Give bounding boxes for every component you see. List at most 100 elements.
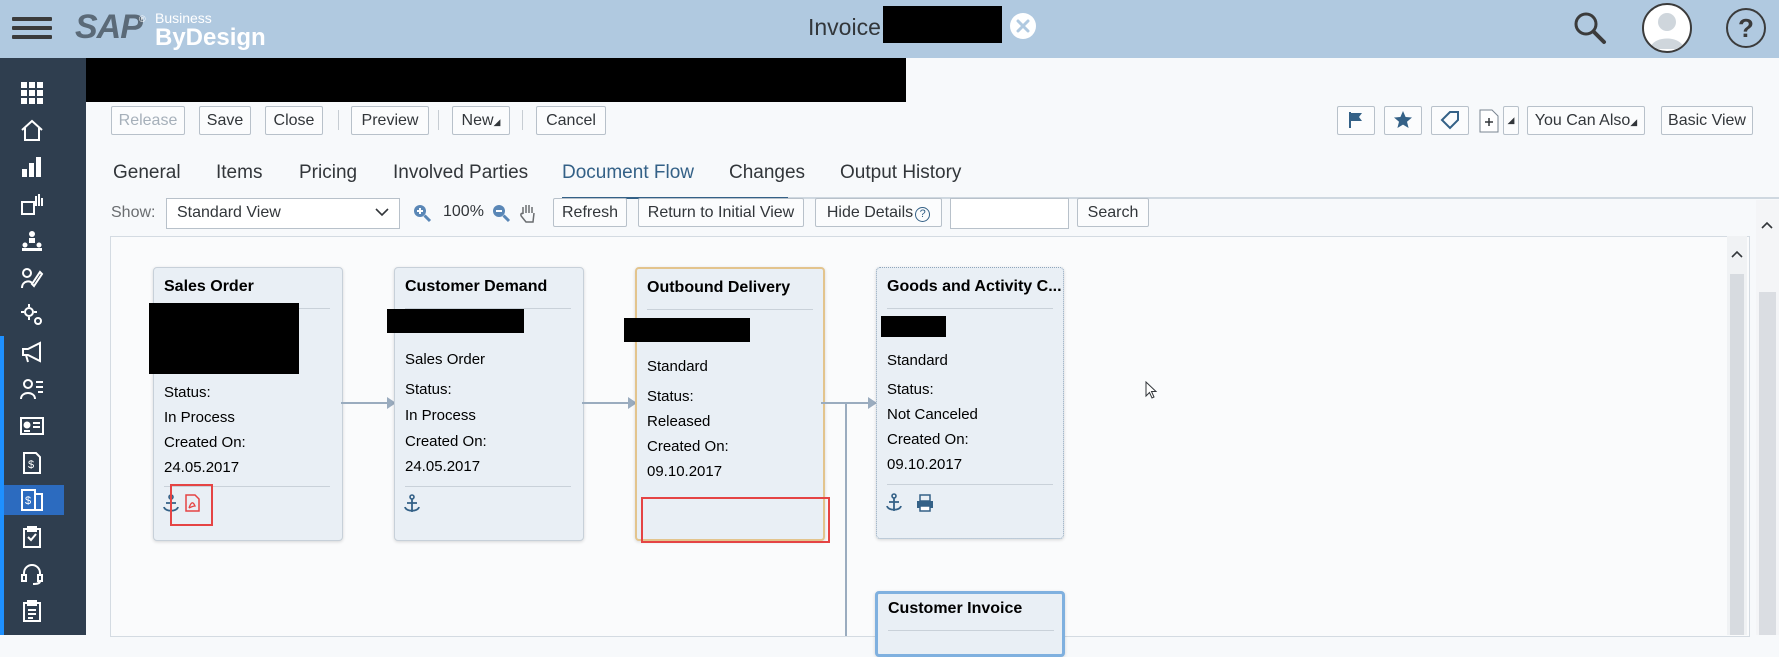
highlight-box — [641, 497, 830, 543]
card-sales-order[interactable]: Sales Order Status: In Process Created O… — [149, 267, 343, 541]
scroll-up-icon[interactable] — [1760, 220, 1774, 230]
created-value: 09.10.2017 — [887, 456, 963, 473]
zoom-out-icon[interactable] — [491, 203, 511, 223]
created-value: 09.10.2017 — [647, 463, 723, 480]
card-outbound-delivery[interactable]: Outbound Delivery Standard Status: Relea… — [624, 267, 830, 543]
info-icon: ? — [915, 207, 931, 222]
created-label: Created On: — [405, 433, 487, 450]
status-value: In Process — [405, 407, 476, 424]
shell-header: SAP ® Business ByDesign Invoice: ? — [0, 0, 1779, 58]
hide-details-label: Hide Details — [826, 204, 914, 221]
anchor-icon[interactable] — [403, 494, 421, 514]
scrollbar-thumb[interactable] — [1730, 274, 1744, 635]
status-label: Status: — [405, 381, 452, 398]
tab-bar: General Items Pricing Involved Parties D… — [86, 150, 1779, 200]
menu-icon[interactable] — [12, 12, 52, 46]
tab-pricing[interactable]: Pricing — [299, 162, 357, 184]
save-button[interactable]: Save — [199, 106, 251, 135]
card-title: Goods and Activity C... — [887, 278, 1062, 295]
card-title: Customer Demand — [405, 278, 548, 295]
new-document-icon[interactable] — [1477, 106, 1501, 133]
type-value: Sales Order — [405, 351, 486, 368]
card-title: Customer Invoice — [888, 600, 1023, 617]
tab-general[interactable]: General — [113, 162, 181, 184]
sap-logo[interactable]: SAP ® Business ByDesign — [75, 8, 275, 51]
cancel-button[interactable]: Cancel — [536, 106, 606, 135]
anchor-icon[interactable] — [885, 493, 903, 513]
checklist-icon[interactable] — [14, 596, 50, 626]
show-label: Show: — [111, 204, 156, 221]
pan-hand-icon[interactable] — [518, 202, 538, 224]
page-scrollbar[interactable] — [1756, 200, 1779, 635]
apps-grid-icon[interactable] — [14, 78, 50, 108]
new-button[interactable]: New◢ — [452, 106, 510, 135]
card-title: Sales Order — [164, 278, 254, 295]
tab-items[interactable]: Items — [216, 162, 262, 184]
help-icon[interactable]: ? — [1726, 8, 1766, 48]
release-button[interactable]: Release — [111, 106, 185, 135]
you-can-also-button[interactable]: You Can Also◢ — [1527, 106, 1645, 135]
clipboard-icon[interactable] — [14, 522, 50, 552]
document-flow-canvas[interactable]: Sales Order Status: In Process Created O… — [110, 236, 1750, 657]
created-label: Created On: — [887, 431, 969, 448]
tag-icon[interactable] — [1431, 106, 1469, 135]
document-menu-icon[interactable]: ◢ — [1503, 106, 1519, 135]
preview-button[interactable]: Preview — [351, 106, 429, 135]
card-customer-demand[interactable]: Customer Demand Sales Order Status: In P… — [387, 267, 584, 541]
you-can-also-label: You Can Also — [1534, 112, 1631, 129]
redacted-document-id — [881, 316, 946, 337]
created-value: 24.05.2017 — [405, 458, 481, 475]
zoom-level: 100% — [443, 203, 484, 220]
people-icon[interactable] — [14, 374, 50, 404]
home-icon[interactable] — [14, 115, 50, 145]
tab-involved-parties[interactable]: Involved Parties — [393, 162, 528, 184]
analytics-icon[interactable] — [14, 189, 50, 219]
created-label: Created On: — [164, 434, 246, 451]
scroll-up-icon[interactable] — [1730, 249, 1744, 259]
invoice-active-icon[interactable]: $ — [4, 485, 64, 515]
type-value: Standard — [887, 352, 948, 369]
status-value: In Process — [164, 409, 235, 426]
card-customer-invoice[interactable]: Customer Invoice — [875, 591, 1065, 657]
redacted-invoice-id — [883, 6, 1002, 43]
status-label: Status: — [647, 388, 694, 405]
flow-search-input[interactable] — [950, 198, 1069, 229]
created-label: Created On: — [647, 438, 729, 455]
search-button[interactable]: Search — [1077, 198, 1149, 227]
close-icon[interactable] — [1010, 13, 1036, 39]
brand-sap: SAP — [75, 8, 143, 46]
svg-text:$: $ — [28, 459, 34, 471]
tab-document-flow[interactable]: Document Flow — [562, 162, 694, 184]
contact-card-icon[interactable] — [14, 411, 50, 441]
edit-icon[interactable] — [14, 263, 50, 293]
card-goods-and-activity[interactable]: Goods and Activity C... Standard Status:… — [876, 267, 1064, 539]
megaphone-icon[interactable] — [14, 337, 50, 367]
redacted-document-id — [624, 318, 750, 342]
created-value: 24.05.2017 — [164, 459, 240, 476]
close-button[interactable]: Close — [265, 106, 323, 135]
tab-output-history[interactable]: Output History — [840, 162, 961, 184]
chart-icon[interactable] — [14, 152, 50, 182]
return-to-initial-view-button[interactable]: Return to Initial View — [638, 198, 804, 227]
printer-icon[interactable] — [915, 493, 935, 513]
refresh-button[interactable]: Refresh — [553, 198, 627, 227]
flag-icon[interactable] — [1337, 106, 1375, 135]
canvas-scrollbar[interactable] — [1727, 236, 1747, 635]
star-icon[interactable] — [1384, 106, 1422, 135]
settings-icon[interactable] — [14, 300, 50, 330]
headset-icon[interactable] — [14, 559, 50, 589]
invoice-icon[interactable]: $ — [14, 448, 50, 478]
status-value: Released — [647, 413, 711, 430]
tab-changes[interactable]: Changes — [729, 162, 805, 184]
user-avatar-icon[interactable] — [1642, 3, 1692, 53]
org-icon[interactable] — [14, 226, 50, 256]
scrollbar-thumb[interactable] — [1759, 292, 1776, 635]
view-select-value: Standard View — [177, 204, 281, 221]
new-label: New — [461, 112, 494, 129]
zoom-in-icon[interactable] — [412, 203, 432, 223]
search-icon[interactable] — [1572, 10, 1608, 46]
basic-view-button[interactable]: Basic View — [1661, 106, 1753, 135]
hide-details-button[interactable]: Hide Details? — [815, 198, 942, 227]
card-title: Outbound Delivery — [647, 279, 791, 296]
view-select[interactable]: Standard View — [166, 198, 400, 229]
